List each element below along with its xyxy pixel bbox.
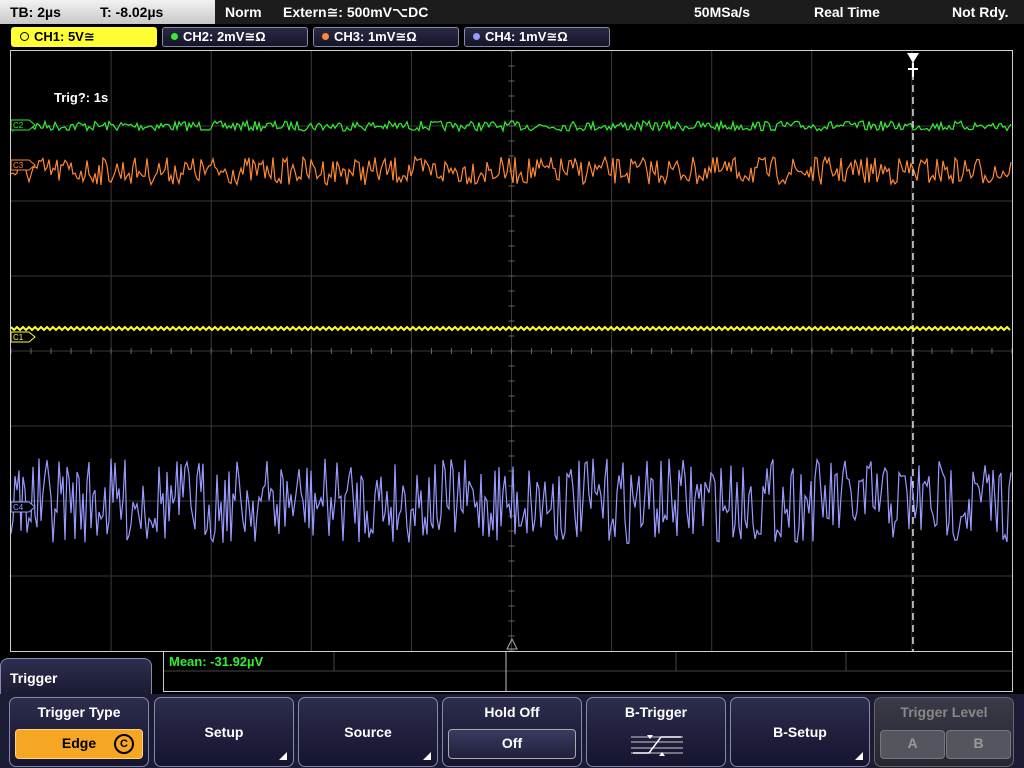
trigger-level-softkey[interactable]: Trigger Level A B <box>874 697 1014 767</box>
trigger-type-value: Edge C <box>15 729 143 759</box>
mean-measurement: Mean: -31.92µV <box>169 654 264 669</box>
hold-off-softkey[interactable]: Hold Off Off <box>442 697 582 767</box>
rotary-knob-icon: C <box>114 734 134 754</box>
sample-rate-readout: 50MSa/s <box>694 4 751 20</box>
ch1-ground-marker: C1 <box>11 331 36 343</box>
submenu-indicator-icon <box>855 752 863 760</box>
trigger-info-label: Trig?: 1s <box>54 90 109 105</box>
timebase-box[interactable]: TB: 2µs T: -8.02µs <box>0 0 215 24</box>
trigger-time-readout: T: -8.02µs <box>100 4 164 20</box>
level-a-button[interactable]: A <box>880 730 945 759</box>
ch4-dot-icon <box>473 33 480 41</box>
measurement-panel[interactable] <box>163 652 1013 692</box>
timebase-readout: TB: 2µs <box>10 4 61 20</box>
setup-softkey[interactable]: Setup <box>154 697 294 767</box>
svg-text:C2: C2 <box>13 121 24 130</box>
svg-text:C1: C1 <box>13 333 24 342</box>
ch2-ground-marker: C2 <box>11 119 36 131</box>
ch2-dot-icon <box>171 33 178 41</box>
trigger-type-softkey[interactable]: Trigger Type Edge C <box>9 697 149 767</box>
tab-ch3[interactable]: CH3: 1mV≅Ω <box>313 27 459 47</box>
svg-text:C3: C3 <box>13 161 24 170</box>
trigger-source-readout[interactable]: Extern≅: 500mV⌥DC <box>283 0 428 24</box>
b-trigger-softkey[interactable]: B-Trigger <box>586 697 726 767</box>
tab-ch4[interactable]: CH4: 1mV≅Ω <box>464 27 610 47</box>
trigger-mode[interactable]: Norm <box>225 0 262 24</box>
hold-off-value: Off <box>448 729 576 759</box>
b-setup-softkey[interactable]: B-Setup <box>730 697 870 767</box>
ch1-waveform <box>11 325 1011 332</box>
trigger-marker-icon <box>907 53 919 63</box>
tab-ch1[interactable]: CH1: 5V≅ <box>11 27 157 47</box>
ch1-dot-icon <box>20 32 29 42</box>
graticule: C2 C3 C1 C4 <box>11 51 1012 651</box>
ch4-ground-marker: C4 <box>11 501 36 513</box>
source-softkey[interactable]: Source <box>298 697 438 767</box>
acquisition-state: Not Rdy. <box>952 4 1009 20</box>
level-b-button[interactable]: B <box>946 730 1011 759</box>
menu-title: Trigger <box>0 658 152 694</box>
b-trigger-icon <box>631 735 683 756</box>
ch3-ground-marker: C3 <box>11 159 36 171</box>
submenu-indicator-icon <box>423 752 431 760</box>
submenu-indicator-icon <box>279 752 287 760</box>
ch3-dot-icon <box>322 33 329 41</box>
tab-ch2[interactable]: CH2: 2mV≅Ω <box>162 27 308 47</box>
acquisition-mode: Real Time <box>814 4 880 20</box>
waveform-display[interactable]: C2 C3 C1 C4 <box>10 50 1013 652</box>
svg-text:C4: C4 <box>13 503 24 512</box>
